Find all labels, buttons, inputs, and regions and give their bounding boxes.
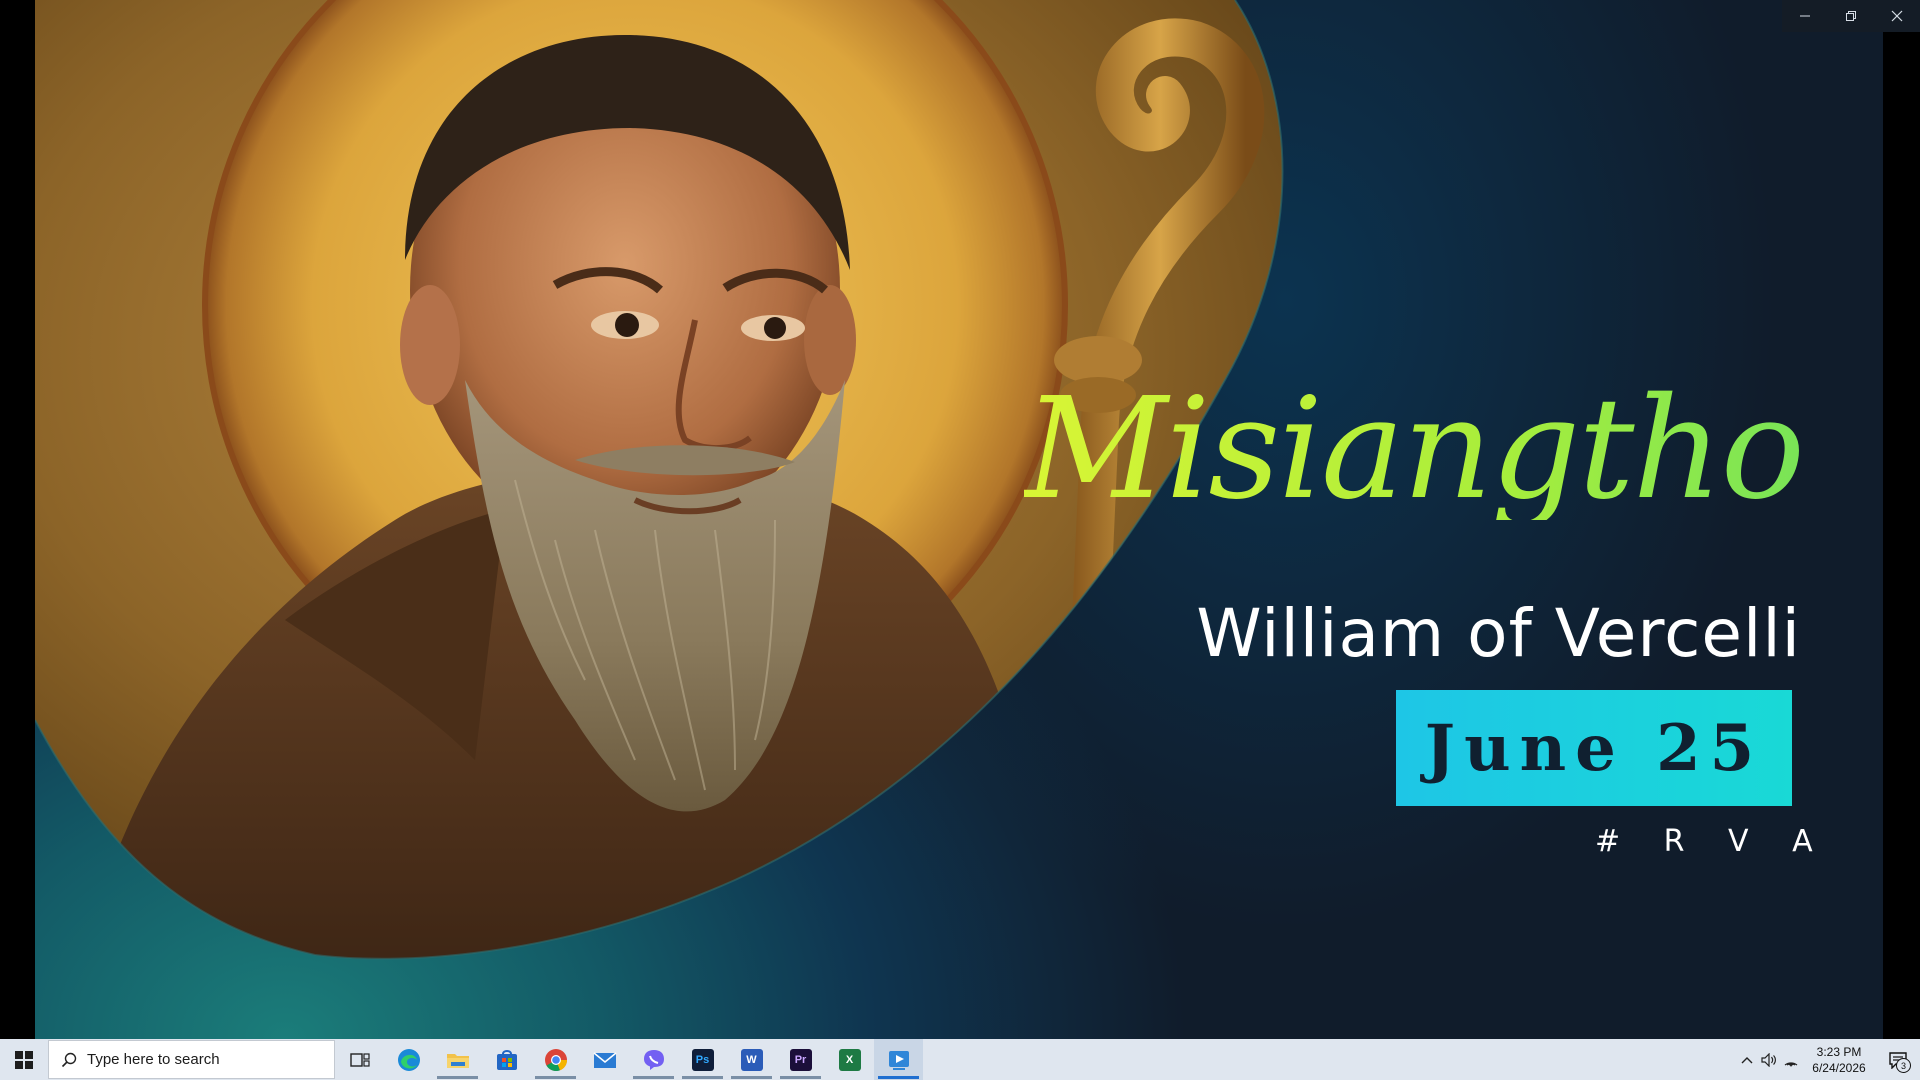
slide-subtitle: William of Vercelli [1196, 595, 1801, 672]
date-label: June 25 [1424, 710, 1764, 786]
viber-icon [643, 1049, 664, 1070]
close-icon [1891, 10, 1903, 22]
word-icon: W [740, 1048, 763, 1071]
notification-count-badge: 3 [1896, 1058, 1911, 1073]
show-hidden-icons-button[interactable] [1736, 1039, 1758, 1080]
photoshop-icon: Ps [691, 1048, 714, 1071]
search-placeholder: Type here to search [87, 1051, 220, 1068]
premiere-taskbar-button[interactable]: Pr [776, 1039, 825, 1080]
file-explorer-taskbar-button[interactable] [433, 1039, 482, 1080]
hashtag-label: # R V A [1595, 824, 1830, 859]
chrome-taskbar-button[interactable] [531, 1039, 580, 1080]
chevron-up-icon [1741, 1056, 1753, 1063]
taskbar: Type here to search Ps W Pr X 3:23 PM 6/… [0, 1039, 1920, 1080]
edge-taskbar-button[interactable] [384, 1039, 433, 1080]
store-taskbar-button[interactable] [482, 1039, 531, 1080]
excel-icon: X [838, 1048, 861, 1071]
windows-logo-icon [15, 1050, 33, 1069]
slide-title: Misiangtho [1024, 368, 1805, 531]
notification-center-button[interactable]: 3 [1876, 1039, 1920, 1080]
taskbar-clock[interactable]: 3:23 PM 6/24/2026 [1802, 1039, 1876, 1080]
clock-time: 3:23 PM [1816, 1044, 1862, 1059]
window-controls [1782, 0, 1920, 32]
task-view-button[interactable] [335, 1039, 384, 1080]
restore-button[interactable] [1828, 0, 1874, 32]
task-view-icon [349, 1052, 370, 1067]
taskbar-search-box[interactable]: Type here to search [48, 1040, 335, 1079]
mail-taskbar-button[interactable] [580, 1039, 629, 1080]
date-badge: June 25 [1396, 690, 1792, 806]
media-player-taskbar-button[interactable] [874, 1039, 923, 1080]
start-button[interactable] [0, 1039, 48, 1080]
excel-taskbar-button[interactable]: X [825, 1039, 874, 1080]
wifi-icon [1784, 1061, 1798, 1066]
clock-date: 6/24/2026 [1812, 1060, 1866, 1075]
folder-icon [446, 1053, 469, 1068]
mail-icon [592, 1051, 617, 1068]
premiere-icon: Pr [789, 1048, 812, 1071]
desktop-screen: Misiangtho William of Vercelli June 25 #… [0, 0, 1920, 1080]
chrome-icon [544, 1048, 567, 1071]
system-tray: 3:23 PM 6/24/2026 3 [1736, 1039, 1920, 1080]
close-button[interactable] [1874, 0, 1920, 32]
volume-icon [1761, 1052, 1776, 1067]
search-icon [61, 1052, 77, 1067]
photoshop-taskbar-button[interactable]: Ps [678, 1039, 727, 1080]
store-icon [496, 1049, 517, 1070]
word-taskbar-button[interactable]: W [727, 1039, 776, 1080]
viber-taskbar-button[interactable] [629, 1039, 678, 1080]
volume-button[interactable] [1758, 1039, 1780, 1080]
minimize-icon [1800, 15, 1810, 17]
edge-icon [397, 1048, 420, 1071]
network-button[interactable] [1780, 1039, 1802, 1080]
slide-canvas: Misiangtho William of Vercelli June 25 #… [35, 0, 1883, 1039]
media-player-icon [888, 1050, 909, 1070]
minimize-button[interactable] [1782, 0, 1828, 32]
restore-icon [1846, 11, 1856, 21]
